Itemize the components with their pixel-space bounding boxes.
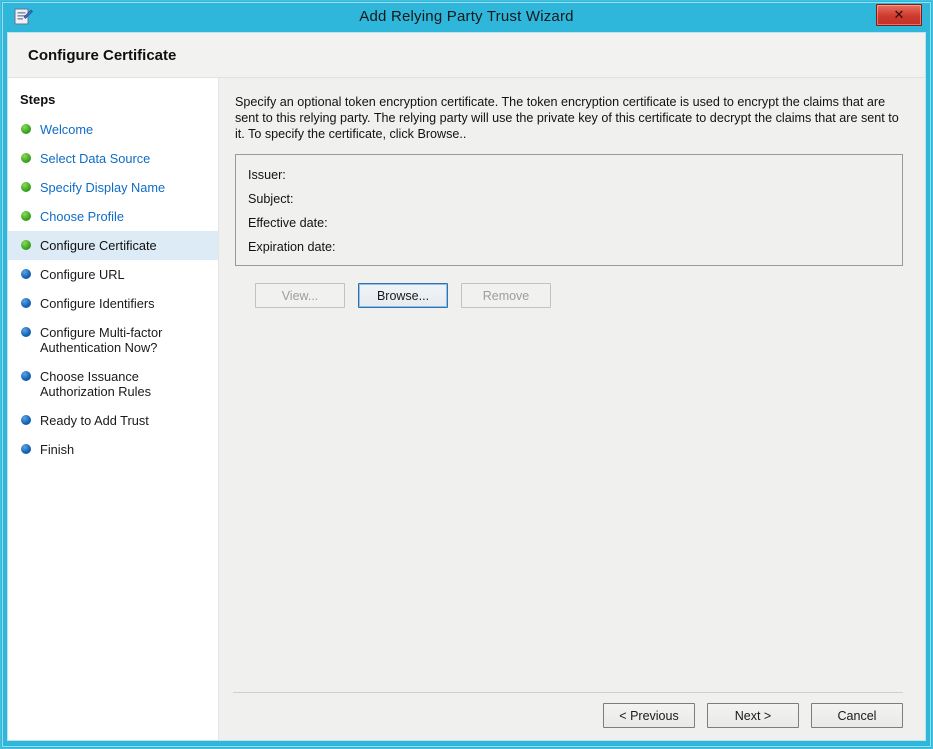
sidebar-item-label: Configure URL bbox=[40, 267, 125, 282]
certificate-effective-date-label: Effective date: bbox=[248, 211, 890, 235]
step-status-icon bbox=[21, 211, 31, 221]
content-spacer bbox=[235, 308, 903, 692]
sidebar-item-choose-profile[interactable]: Choose Profile bbox=[8, 202, 218, 231]
sidebar-item-ready-to-add-trust[interactable]: Ready to Add Trust bbox=[8, 406, 218, 435]
step-status-icon bbox=[21, 182, 31, 192]
certificate-info-box: Issuer: Subject: Effective date: Expirat… bbox=[235, 154, 903, 266]
steps-sidebar: Steps Welcome Select Data Source Specify… bbox=[8, 78, 219, 740]
next-button[interactable]: Next > bbox=[707, 703, 799, 728]
sidebar-item-welcome[interactable]: Welcome bbox=[8, 115, 218, 144]
sidebar-item-configure-url[interactable]: Configure URL bbox=[8, 260, 218, 289]
certificate-expiration-date-label: Expiration date: bbox=[248, 235, 890, 259]
close-icon: ✕ bbox=[894, 7, 905, 22]
sidebar-item-choose-issuance-rules[interactable]: Choose Issuance Authorization Rules bbox=[8, 362, 218, 406]
titlebar: Add Relying Party Trust Wizard ✕ bbox=[7, 1, 926, 32]
view-button: View... bbox=[255, 283, 345, 308]
sidebar-item-specify-display-name[interactable]: Specify Display Name bbox=[8, 173, 218, 202]
previous-button[interactable]: < Previous bbox=[603, 703, 695, 728]
step-status-icon bbox=[21, 240, 31, 250]
wizard-icon bbox=[13, 6, 33, 26]
sidebar-item-label: Select Data Source bbox=[40, 151, 150, 166]
step-status-icon bbox=[21, 444, 31, 454]
step-status-icon bbox=[21, 269, 31, 279]
step-status-icon bbox=[21, 124, 31, 134]
browse-button[interactable]: Browse... bbox=[358, 283, 448, 308]
sidebar-item-configure-mfa[interactable]: Configure Multi-factor Authentication No… bbox=[8, 318, 218, 362]
sidebar-item-label: Ready to Add Trust bbox=[40, 413, 149, 428]
step-status-icon bbox=[21, 298, 31, 308]
page-title: Configure Certificate bbox=[28, 47, 905, 64]
step-status-icon bbox=[21, 415, 31, 425]
steps-heading: Steps bbox=[8, 86, 218, 115]
page-header: Configure Certificate bbox=[8, 33, 925, 78]
sidebar-item-configure-certificate[interactable]: Configure Certificate bbox=[8, 231, 218, 260]
sidebar-item-label: Configure Multi-factor Authentication No… bbox=[40, 325, 208, 355]
sidebar-item-finish[interactable]: Finish bbox=[8, 435, 218, 464]
sidebar-item-label: Welcome bbox=[40, 122, 93, 137]
certificate-issuer-label: Issuer: bbox=[248, 163, 890, 187]
cancel-button[interactable]: Cancel bbox=[811, 703, 903, 728]
sidebar-item-label: Configure Identifiers bbox=[40, 296, 155, 311]
sidebar-item-label: Finish bbox=[40, 442, 74, 457]
step-status-icon bbox=[21, 371, 31, 381]
sidebar-item-configure-identifiers[interactable]: Configure Identifiers bbox=[8, 289, 218, 318]
sidebar-item-label: Choose Profile bbox=[40, 209, 124, 224]
sidebar-item-select-data-source[interactable]: Select Data Source bbox=[8, 144, 218, 173]
step-description: Specify an optional token encryption cer… bbox=[235, 94, 903, 142]
wizard-footer: < Previous Next > Cancel bbox=[233, 692, 903, 740]
certificate-subject-label: Subject: bbox=[248, 187, 890, 211]
remove-button: Remove bbox=[461, 283, 551, 308]
sidebar-item-label: Specify Display Name bbox=[40, 180, 165, 195]
wizard-window: Add Relying Party Trust Wizard ✕ Configu… bbox=[0, 0, 933, 749]
certificate-actions: View... Browse... Remove bbox=[255, 283, 903, 308]
step-status-icon bbox=[21, 327, 31, 337]
window-title: Add Relying Party Trust Wizard bbox=[359, 8, 573, 25]
wizard-frame: Configure Certificate Steps Welcome Sele… bbox=[7, 32, 926, 741]
sidebar-item-label: Choose Issuance Authorization Rules bbox=[40, 369, 208, 399]
step-content: Specify an optional token encryption cer… bbox=[219, 78, 925, 740]
step-status-icon bbox=[21, 153, 31, 163]
close-button[interactable]: ✕ bbox=[876, 4, 922, 26]
sidebar-item-label: Configure Certificate bbox=[40, 238, 157, 253]
main-area: Steps Welcome Select Data Source Specify… bbox=[8, 78, 925, 740]
